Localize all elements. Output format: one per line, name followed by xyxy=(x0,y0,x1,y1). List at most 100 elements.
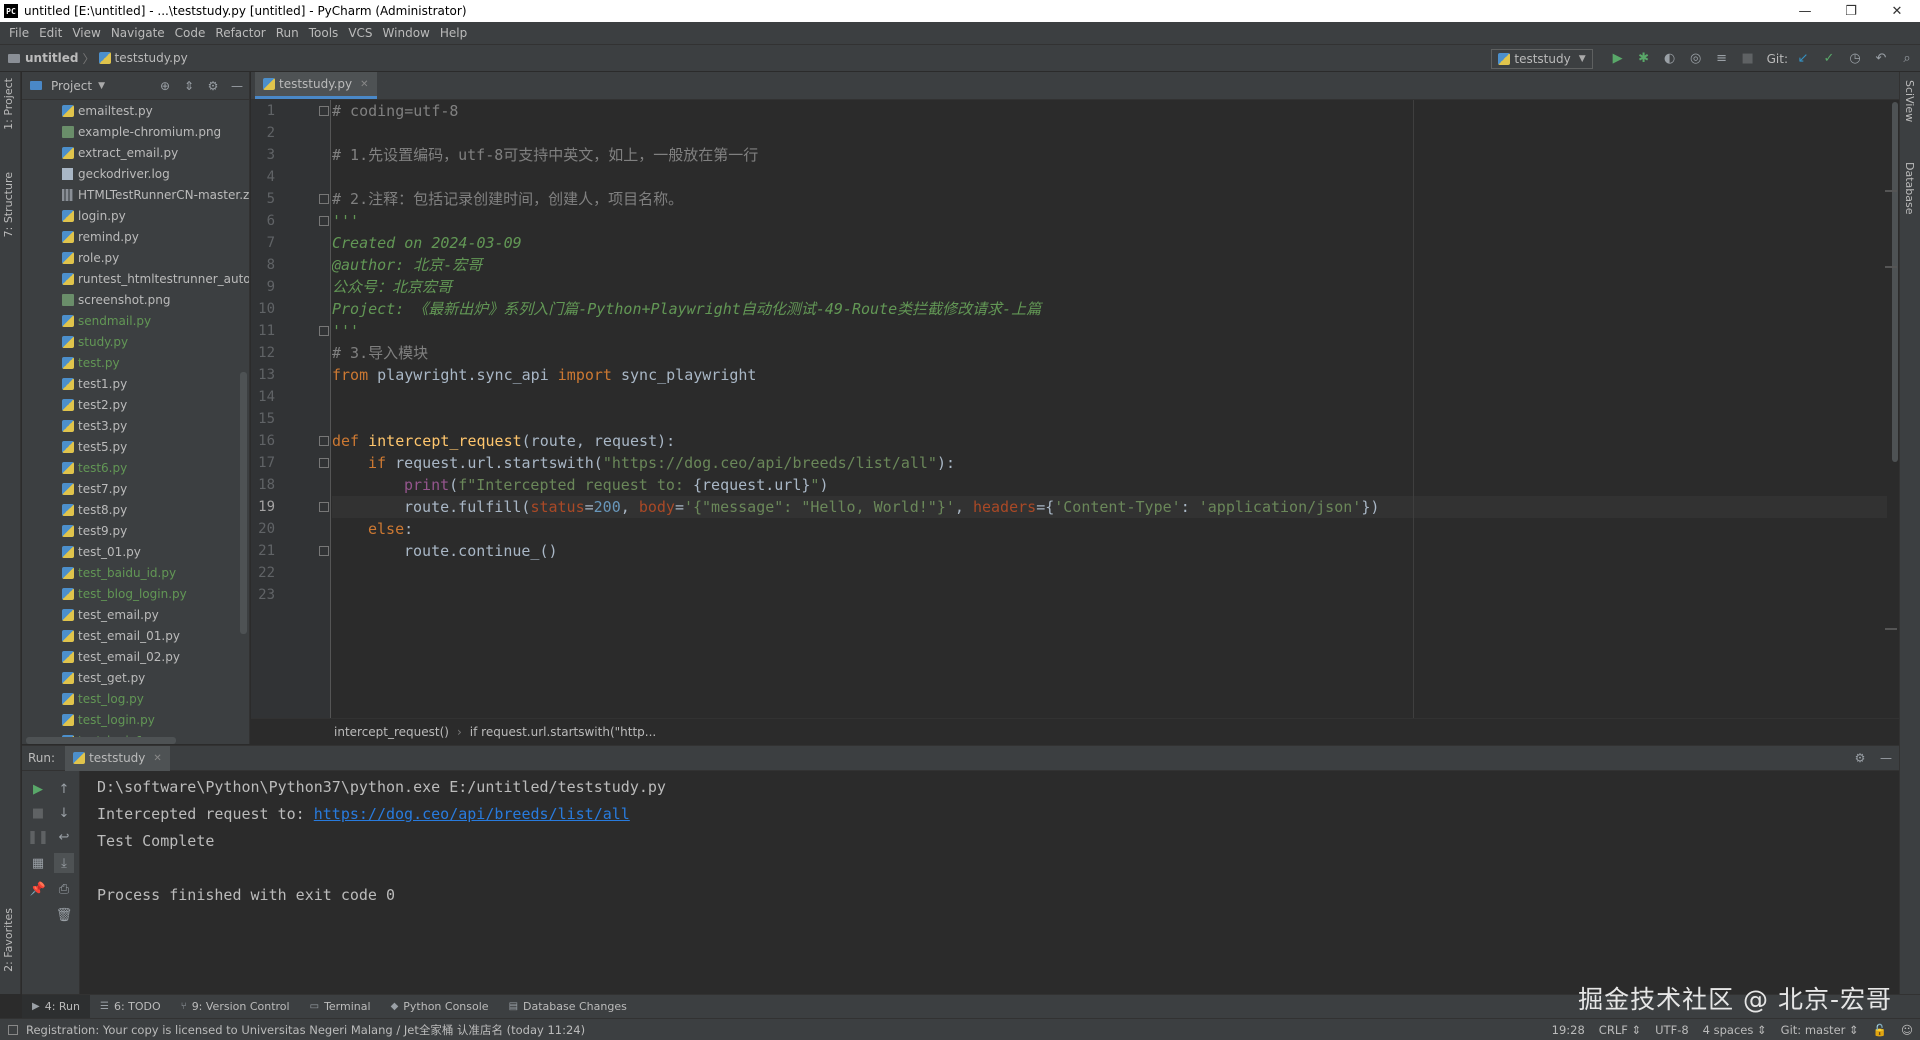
line-separator[interactable]: CRLF ⇕ xyxy=(1599,1023,1641,1037)
tree-item-file[interactable]: test3.py xyxy=(22,415,249,436)
concurrency-diagram-icon[interactable]: ≡ xyxy=(1709,46,1735,72)
tree-item-file[interactable]: test_login.py xyxy=(22,709,249,730)
notifications-icon[interactable]: ☺ xyxy=(1901,1023,1913,1037)
project-vertical-scrollbar[interactable] xyxy=(240,372,247,634)
breadcrumb-function[interactable]: intercept_request() xyxy=(334,725,449,739)
stop-icon[interactable]: ■ xyxy=(1735,46,1761,72)
project-tool-tab[interactable]: 1: Project xyxy=(2,78,15,130)
debug-icon[interactable]: ✱ xyxy=(1631,46,1657,72)
tree-item-file[interactable]: runtest_htmltestrunner_autose xyxy=(22,268,249,289)
vcs-commit-icon[interactable]: ✓ xyxy=(1816,46,1842,72)
fold-marker-icon[interactable] xyxy=(319,106,329,116)
tree-item-file[interactable]: login.py xyxy=(22,205,249,226)
indent-setting[interactable]: 4 spaces ⇕ xyxy=(1703,1023,1767,1037)
project-horizontal-scrollbar[interactable] xyxy=(26,737,176,744)
tree-item-file[interactable]: study.py xyxy=(22,331,249,352)
scrollbar-thumb[interactable] xyxy=(1892,102,1898,462)
tree-item-file[interactable]: test_01.py xyxy=(22,541,249,562)
tree-item-file[interactable]: test6.py xyxy=(22,457,249,478)
rollback-icon[interactable]: ↶ xyxy=(1868,46,1894,72)
tree-item-file[interactable]: test2.py xyxy=(22,394,249,415)
print-icon[interactable]: ⎙ xyxy=(54,879,74,899)
history-icon[interactable]: ◷ xyxy=(1842,46,1868,72)
favorites-tool-tab[interactable]: 2: Favorites xyxy=(2,908,15,972)
menu-code[interactable]: Code xyxy=(170,22,211,44)
breadcrumb-file[interactable]: teststudy.py xyxy=(98,51,188,65)
close-tab-icon[interactable]: ✕ xyxy=(153,753,161,764)
tree-item-file[interactable]: geckodriver.log xyxy=(22,163,249,184)
tree-item-file[interactable]: test_email_02.py xyxy=(22,646,249,667)
tree-item-file[interactable]: test.py xyxy=(22,352,249,373)
fold-marker-icon[interactable] xyxy=(319,194,329,204)
gear-icon[interactable]: ⚙ xyxy=(201,79,225,93)
restore-button[interactable]: ❐ xyxy=(1828,0,1874,22)
rerun-icon[interactable]: ▶ xyxy=(28,779,48,799)
menu-run[interactable]: Run xyxy=(271,22,304,44)
tree-item-file[interactable]: test_get.py xyxy=(22,667,249,688)
vcs-update-icon[interactable]: ↙ xyxy=(1790,46,1816,72)
tool-tab-terminal[interactable]: ▭ Terminal xyxy=(300,995,381,1019)
tool-tab-todo[interactable]: ☰ 6: TODO xyxy=(90,995,171,1019)
tree-item-file[interactable]: emailtest.py xyxy=(22,100,249,121)
fold-marker-icon[interactable] xyxy=(319,502,329,512)
git-branch[interactable]: Git: master ⇕ xyxy=(1781,1023,1859,1037)
scroll-to-end-icon[interactable]: ⤓ xyxy=(54,853,74,873)
run-with-coverage-icon[interactable]: ◐ xyxy=(1657,46,1683,72)
fold-marker-icon[interactable] xyxy=(319,436,329,446)
caret-position[interactable]: 19:28 xyxy=(1552,1023,1585,1037)
chevron-down-icon[interactable]: ▼ xyxy=(98,81,105,91)
hide-panel-icon[interactable]: — xyxy=(225,79,249,93)
stop-icon[interactable]: ■ xyxy=(28,803,48,823)
menu-tools[interactable]: Tools xyxy=(304,22,344,44)
tree-item-file[interactable]: role.py xyxy=(22,247,249,268)
fold-marker-icon[interactable] xyxy=(319,216,329,226)
tree-item-file[interactable]: remind.py xyxy=(22,226,249,247)
tree-item-file[interactable]: test_email_01.py xyxy=(22,625,249,646)
tree-item-file[interactable]: test_baidu_id.py xyxy=(22,562,249,583)
sciview-tool-tab[interactable]: SciView xyxy=(1903,80,1916,122)
tree-item-file[interactable]: extract_email.py xyxy=(22,142,249,163)
minimize-button[interactable]: — xyxy=(1782,0,1828,22)
menu-file[interactable]: File xyxy=(4,22,34,44)
database-tool-tab[interactable]: Database xyxy=(1903,162,1916,215)
pin-icon[interactable]: 📌 xyxy=(28,879,48,899)
pause-icon[interactable]: ❚❚ xyxy=(27,827,49,847)
code-editor[interactable]: # coding=utf-8 # 1.先设置编码，utf-8可支持中英文，如上，一… xyxy=(332,100,1899,718)
arrow-down-icon[interactable]: ↓ xyxy=(54,803,74,823)
menu-refactor[interactable]: Refactor xyxy=(210,22,270,44)
file-encoding[interactable]: UTF-8 xyxy=(1655,1023,1689,1037)
soft-wrap-icon[interactable]: ↩ xyxy=(54,827,74,847)
lock-icon[interactable]: 🔓 xyxy=(1873,1023,1887,1037)
tree-item-file[interactable]: test_email.py xyxy=(22,604,249,625)
tool-tab-python-console[interactable]: ◆ Python Console xyxy=(381,995,499,1019)
fold-marker-icon[interactable] xyxy=(319,458,329,468)
close-tab-icon[interactable]: ✕ xyxy=(360,79,368,90)
collapse-all-icon[interactable]: ⇕ xyxy=(177,79,201,93)
hide-panel-icon[interactable]: — xyxy=(1873,751,1899,765)
profile-icon[interactable]: ◎ xyxy=(1683,46,1709,72)
console-link[interactable]: https://dog.ceo/api/breeds/list/all xyxy=(314,805,630,823)
run-configuration-select[interactable]: teststudy ▼ xyxy=(1491,48,1593,69)
tree-item-file[interactable]: example-chromium.png xyxy=(22,121,249,142)
error-stripe-mark[interactable] xyxy=(1885,266,1897,268)
locate-icon[interactable]: ⊕ xyxy=(153,79,177,93)
tree-item-file[interactable]: test7.py xyxy=(22,478,249,499)
menu-help[interactable]: Help xyxy=(435,22,472,44)
gear-icon[interactable]: ⚙ xyxy=(1847,751,1873,765)
fold-marker-icon[interactable] xyxy=(319,326,329,336)
tab-teststudy[interactable]: teststudy.py ✕ xyxy=(255,72,377,99)
project-view-select[interactable]: Project xyxy=(51,79,92,93)
menu-view[interactable]: View xyxy=(67,22,105,44)
status-toggle-icon[interactable] xyxy=(8,1024,18,1035)
run-icon[interactable]: ▶ xyxy=(1605,46,1631,72)
run-console-output[interactable]: D:\software\Python\Python37\python.exe E… xyxy=(81,771,1899,994)
menu-edit[interactable]: Edit xyxy=(34,22,67,44)
menu-window[interactable]: Window xyxy=(378,22,435,44)
tree-item-file[interactable]: test5.py xyxy=(22,436,249,457)
tree-item-file[interactable]: test_log.py xyxy=(22,688,249,709)
status-message[interactable]: Registration: Your copy is licensed to U… xyxy=(8,1022,585,1038)
structure-tool-tab[interactable]: 7: Structure xyxy=(2,172,15,237)
tree-item-file[interactable]: test9.py xyxy=(22,520,249,541)
tree-item-file[interactable]: HTMLTestRunnerCN-master.z xyxy=(22,184,249,205)
tree-item-file[interactable]: test1.py xyxy=(22,373,249,394)
